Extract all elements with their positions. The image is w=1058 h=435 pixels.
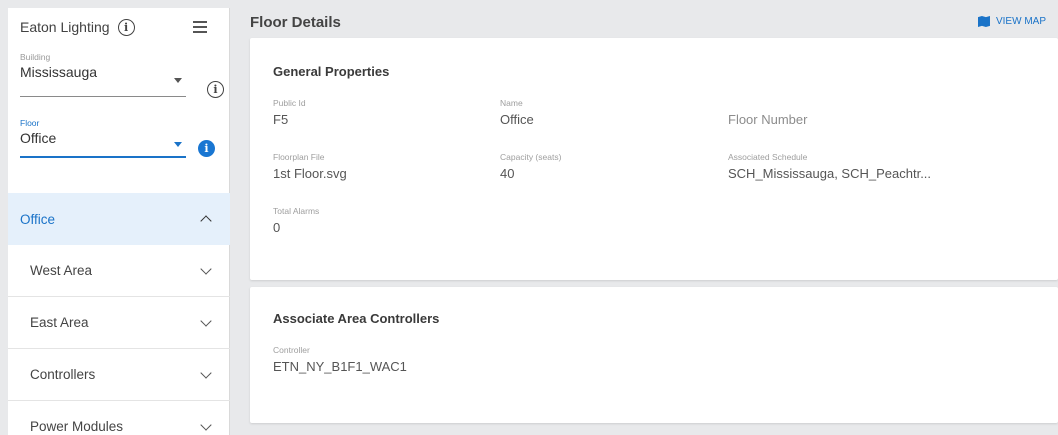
building-value[interactable]: Mississauga <box>20 64 186 80</box>
building-info-icon[interactable]: i <box>207 81 224 98</box>
building-underline <box>20 96 186 97</box>
capacity-label: Capacity (seats) <box>500 152 562 162</box>
app-title: Eaton Lighting <box>20 19 110 35</box>
floor-info-icon[interactable]: i <box>198 140 215 157</box>
chevron-down-icon[interactable] <box>200 262 212 275</box>
controller-label: Controller <box>273 345 310 355</box>
building-dropdown-caret-icon[interactable] <box>174 78 182 83</box>
floor-number-placeholder: Floor Number <box>728 112 808 127</box>
public-id-label: Public Id <box>273 98 306 108</box>
building-select[interactable]: Building Mississauga <box>20 52 186 102</box>
floor-select[interactable]: Floor Office <box>20 118 186 160</box>
general-properties-card: General Properties Public Id F5 Name Off… <box>250 38 1058 280</box>
name-label: Name <box>500 98 523 108</box>
floorplan-label: Floorplan File <box>273 152 325 162</box>
nav-item-label: East Area <box>30 315 89 330</box>
nav-item-controllers[interactable]: Controllers <box>8 349 230 401</box>
area-controllers-card: Associate Area Controllers Controller ET… <box>250 287 1058 423</box>
page-title: Floor Details <box>250 13 341 31</box>
controller-field: Controller ETN_NY_B1F1_WAC1 <box>273 345 407 374</box>
name-field: Name Office <box>500 98 534 127</box>
main-header: Floor Details VIEW MAP <box>240 8 1058 36</box>
map-icon <box>977 16 990 27</box>
chevron-up-icon[interactable] <box>200 215 212 227</box>
nav-item-west-area[interactable]: West Area <box>8 245 230 297</box>
info-icon[interactable]: i <box>117 18 135 36</box>
nav-item-label: Controllers <box>30 367 96 382</box>
sidebar: Eaton Lighting i Building Mississauga i … <box>8 8 230 435</box>
floorplan-value: 1st Floor.svg <box>273 166 347 181</box>
total-alarms-label: Total Alarms <box>273 206 320 216</box>
total-alarms-field: Total Alarms 0 <box>273 206 319 235</box>
floor-number-field: Floor Number <box>728 98 807 127</box>
chevron-down-icon[interactable] <box>200 366 212 379</box>
chevron-down-icon[interactable] <box>200 418 212 431</box>
floor-value[interactable]: Office <box>20 130 186 146</box>
sidebar-header: Eaton Lighting i <box>8 8 229 46</box>
nav-item-east-area[interactable]: East Area <box>8 297 230 349</box>
floorplan-field: Floorplan File 1st Floor.svg <box>273 152 347 181</box>
floor-label: Floor <box>20 118 40 128</box>
schedule-field: Associated Schedule SCH_Mississauga, SCH… <box>728 152 931 181</box>
chevron-down-icon[interactable] <box>200 314 212 327</box>
floor-underline <box>20 156 186 158</box>
capacity-value: 40 <box>500 166 515 181</box>
nav-item-office[interactable]: Office <box>8 193 230 245</box>
view-map-label: VIEW MAP <box>995 16 1046 27</box>
floor-dropdown-caret-icon[interactable] <box>174 142 182 147</box>
card-title: General Properties <box>273 64 390 79</box>
nav-item-label: Office <box>20 211 56 227</box>
schedule-label: Associated Schedule <box>728 152 808 162</box>
floor-nav: Office West Area East Area Controllers P… <box>8 193 230 435</box>
public-id-field: Public Id F5 <box>273 98 306 127</box>
view-map-button[interactable]: VIEW MAP <box>977 16 1046 27</box>
schedule-value: SCH_Mississauga, SCH_Peachtr... <box>728 166 932 181</box>
nav-item-power-modules[interactable]: Power Modules <box>8 401 230 435</box>
capacity-field: Capacity (seats) 40 <box>500 152 561 181</box>
nav-item-label: West Area <box>30 263 93 278</box>
list-icon[interactable] <box>193 21 207 33</box>
controller-value: ETN_NY_B1F1_WAC1 <box>273 359 407 374</box>
total-alarms-value: 0 <box>273 220 281 235</box>
nav-item-label: Power Modules <box>30 419 124 434</box>
card-title: Associate Area Controllers <box>273 311 440 326</box>
public-id-value: F5 <box>273 112 289 127</box>
building-label: Building <box>20 52 51 62</box>
name-value: Office <box>500 112 534 127</box>
